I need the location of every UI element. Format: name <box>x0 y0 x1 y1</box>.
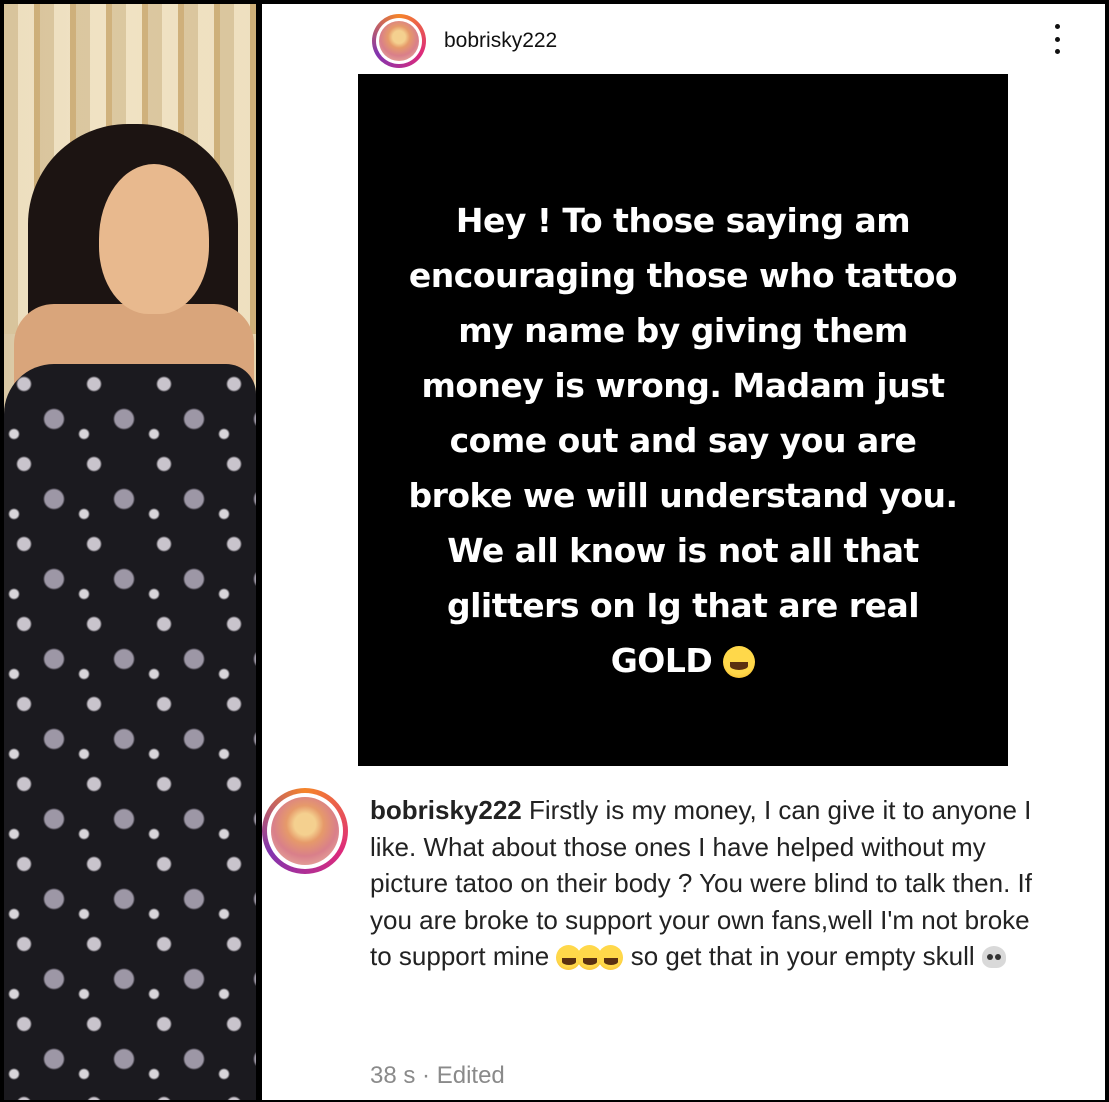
comment-username[interactable]: bobrisky222 <box>370 795 522 825</box>
edited-label: Edited <box>436 1062 505 1089</box>
laughing-emojis <box>556 941 624 971</box>
skull-icon <box>981 946 1006 968</box>
story-image: Hey ! To those saying am encouraging tho… <box>358 74 1008 766</box>
instagram-post-card: bobrisky222 Hey ! To those saying am enc… <box>262 4 1105 1100</box>
profile-photo <box>4 4 256 1100</box>
story-text-block: Hey ! To those saying am encouraging tho… <box>403 193 963 688</box>
face-with-tears-of-joy-icon <box>723 645 756 678</box>
face <box>99 164 209 314</box>
comment-avatar[interactable] <box>262 788 348 874</box>
face-with-tears-of-joy-icon <box>598 945 624 970</box>
more-options-icon[interactable] <box>1052 24 1062 54</box>
story-text: Hey ! To those saying am encouraging tho… <box>408 200 958 680</box>
post-header: bobrisky222 <box>372 12 1092 68</box>
comment-meta: 38 s · Edited <box>370 1062 505 1090</box>
header-avatar[interactable] <box>372 14 426 68</box>
comment-text-end: so get that in your empty skull <box>630 941 975 971</box>
comment-time[interactable]: 38 s <box>370 1062 415 1089</box>
meta-separator: · <box>422 1062 431 1089</box>
comment-body: bobrisky222 Firstly is my money, I can g… <box>370 792 1050 975</box>
floral-dress <box>4 364 256 1100</box>
header-username[interactable]: bobrisky222 <box>444 29 557 53</box>
comment: bobrisky222 Firstly is my money, I can g… <box>262 784 1105 1094</box>
